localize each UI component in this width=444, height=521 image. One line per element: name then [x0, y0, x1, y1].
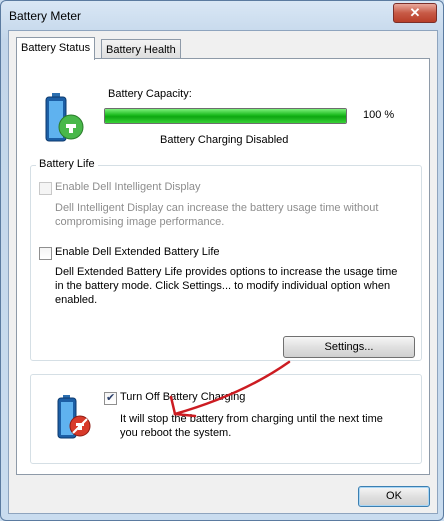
settings-button[interactable]: Settings...	[283, 336, 415, 358]
battery-no-charge-icon	[57, 395, 91, 439]
extended-battery-life-description: Dell Extended Battery Life provides opti…	[55, 265, 397, 307]
turn-off-charging-checkbox[interactable]	[104, 391, 117, 405]
battery-capacity-percent: 100 %	[363, 109, 395, 121]
extended-life-desc-line3: enabled.	[55, 294, 98, 306]
battery-status-panel: Battery Capacity: 100 % Battery Charging…	[16, 58, 430, 475]
charging-desc-line2: you reboot the system.	[120, 427, 232, 439]
extended-life-desc-line1: Dell Extended Battery Life provides opti…	[55, 266, 398, 278]
extended-battery-life-checkbox[interactable]	[39, 247, 52, 260]
dialog-client-area: Battery Status Battery Health Battery Ca…	[8, 30, 438, 514]
battery-meter-window: Battery Meter ✕ Battery Status Battery H…	[0, 0, 444, 521]
battery-life-title: Battery Life	[36, 158, 98, 170]
intelligent-display-checkbox[interactable]	[39, 182, 52, 195]
window-title: Battery Meter	[9, 9, 82, 23]
charging-status-text: Battery Charging Disabled	[160, 134, 289, 146]
tab-battery-status[interactable]: Battery Status	[16, 37, 96, 60]
battery-capacity-label: Battery Capacity:	[108, 88, 192, 100]
intelligent-display-description: Dell Intelligent Display can increase th…	[55, 201, 378, 229]
close-button[interactable]: ✕	[393, 3, 437, 23]
annotation-arrow	[169, 360, 291, 418]
extended-battery-life-label: Enable Dell Extended Battery Life	[55, 246, 220, 258]
battery-capacity-fill	[105, 109, 346, 123]
battery-capacity-bar	[104, 108, 347, 124]
intelligent-display-label: Enable Dell Intelligent Display	[55, 181, 201, 193]
intelligent-display-desc-line1: Dell Intelligent Display can increase th…	[55, 202, 379, 214]
extended-life-desc-line2: in the battery mode. Click Settings... t…	[55, 280, 391, 292]
battery-plug-icon	[45, 93, 84, 142]
ok-button[interactable]: OK	[358, 486, 430, 507]
battery-life-group: Battery Life Enable Dell Intelligent Dis…	[30, 158, 422, 361]
tab-battery-health[interactable]: Battery Health	[101, 39, 181, 60]
intelligent-display-desc-line2: compromising image performance.	[55, 216, 225, 228]
